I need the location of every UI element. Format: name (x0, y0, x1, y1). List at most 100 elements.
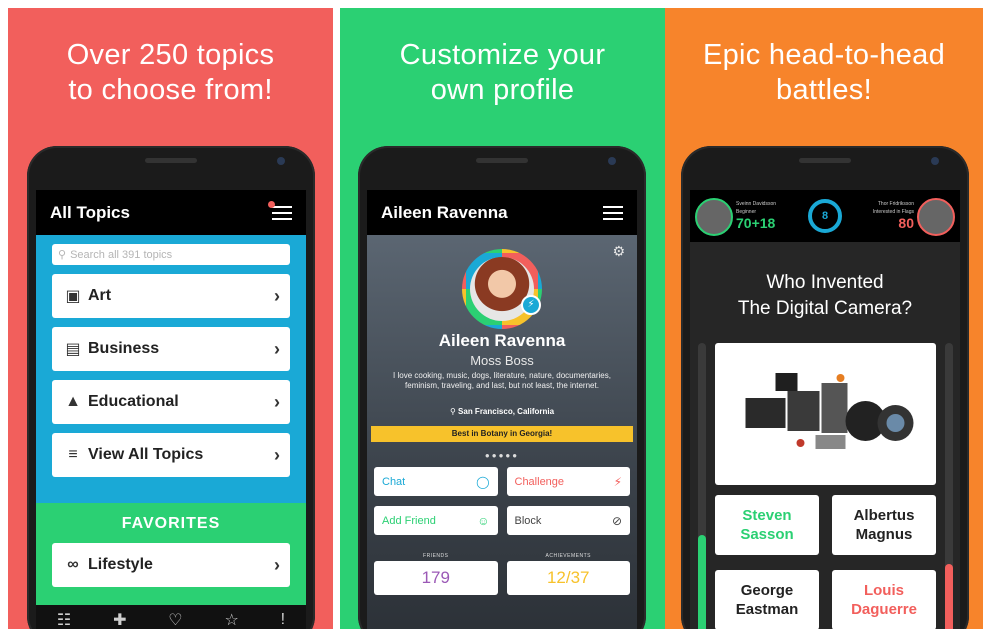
favorites-heading: FAVORITES (121, 515, 221, 532)
heart-icon[interactable]: ♡ (168, 610, 182, 629)
answer-albertus-magnus[interactable]: Albertus Magnus (832, 495, 936, 555)
battle-view: Sveinn Davidsson Beginner 70+18 8 Thor F… (690, 190, 960, 629)
answer-steven-sasson[interactable]: Steven Sasson (715, 495, 819, 555)
lightning-icon: ⚡ (613, 474, 622, 489)
alert-icon[interactable]: ! (281, 611, 285, 629)
search-input[interactable]: ⚲ Search all 391 topics (52, 244, 290, 265)
topic-label: Business (88, 340, 160, 357)
chevron-right-icon: › (274, 338, 280, 359)
headline-line-2: to choose from! (68, 74, 273, 106)
favorite-row-lifestyle[interactable]: ∞ Lifestyle › (52, 543, 290, 587)
headline-line-1: Customize your (399, 39, 606, 71)
profile-name: Aileen Ravenna (438, 331, 566, 350)
question-image (715, 343, 936, 485)
add-friend-button[interactable]: Add Friend ☺ (374, 506, 498, 535)
headline-line-2: battles! (776, 74, 872, 106)
location-pin-icon: ⚲ (449, 407, 459, 416)
chat-icon: ◯ (476, 474, 490, 489)
search-icon: ⚲ (58, 249, 67, 261)
profile-bio: I love cooking, music, dogs, literature,… (393, 371, 611, 390)
player1-name: Sveinn Davidsson (736, 201, 777, 207)
screen-title: Aileen Ravenna (381, 202, 508, 222)
profile-location: ⚲ San Francisco, California (367, 407, 637, 416)
glasses-icon: ∞ (67, 556, 79, 573)
speaker (145, 158, 197, 163)
panel-topics: Over 250 topics to choose from! All Topi… (8, 8, 333, 629)
block-label: Block (514, 514, 542, 527)
profile-view: ⚙ ⚡ Aileen Ravenna Moss Boss I love cook… (367, 235, 637, 629)
chevron-right-icon: › (274, 554, 280, 575)
location-text: San Francisco, California (458, 407, 555, 416)
player1-avatar (695, 198, 733, 236)
player1-score: 70+18 (736, 215, 776, 231)
speaker (476, 158, 528, 163)
answer-george-eastman[interactable]: George Eastman (715, 570, 819, 629)
block-button[interactable]: Block ⊘ (506, 506, 630, 535)
smiley-icon: ☺ (477, 513, 490, 528)
topic-row-art[interactable]: ▣ Art › (52, 274, 290, 318)
question-line-1: Who Invented (766, 272, 884, 293)
question-line-2: The Digital Camera? (737, 298, 913, 319)
achievements-value: 12/37 (506, 561, 630, 595)
friends-value: 179 (374, 561, 498, 595)
topic-row-educational[interactable]: ▲ Educational › (52, 380, 290, 424)
achievement-ribbon: Best in Botany in Georgia! (371, 426, 633, 442)
battle-header: Sveinn Davidsson Beginner 70+18 8 Thor F… (690, 190, 960, 242)
app-header: Aileen Ravenna (367, 190, 637, 235)
menu-icon[interactable] (268, 200, 292, 221)
topic-label: Art (88, 287, 112, 304)
friends-stat[interactable]: FRIENDS 179 (374, 553, 498, 595)
topics-list: ⚲ Search all 391 topics ▣ Art › ▤ Busine… (36, 235, 306, 503)
camera (608, 157, 616, 165)
phone-screen: Aileen Ravenna ⚙ ⚡ Aileen Ravenna Moss B… (367, 190, 637, 629)
achievements-stat[interactable]: ACHIEVEMENTS 12/37 (506, 553, 630, 595)
search-placeholder: Search all 391 topics (70, 248, 173, 261)
chevron-right-icon: › (274, 391, 280, 412)
gear-icon[interactable]: ⚙ (612, 243, 625, 260)
chevron-right-icon: › (274, 444, 280, 465)
chat-label: Chat (382, 475, 406, 488)
app-header: All Topics (36, 190, 306, 235)
chat-button[interactable]: Chat ◯ (374, 467, 498, 496)
topic-row-view-all[interactable]: ≡ View All Topics › (52, 433, 290, 477)
briefcase-icon: ▤ (65, 341, 81, 358)
plus-icon[interactable]: ✚ (113, 610, 126, 629)
player2-progress-bar (945, 343, 953, 629)
topic-row-business[interactable]: ▤ Business › (52, 327, 290, 371)
headline-line-1: Epic head-to-head (702, 39, 946, 71)
player2-score: 80 (898, 215, 914, 231)
camera (931, 157, 939, 165)
player2-name: Thor Fridriksson (877, 201, 914, 207)
player1-progress-bar (698, 343, 706, 629)
player2-avatar (917, 198, 955, 236)
network-icon[interactable]: ☷ (57, 610, 71, 629)
challenge-button[interactable]: Challenge ⚡ (506, 467, 630, 496)
phone-frame: All Topics ⚲ Search all 391 topics ▣ Art… (27, 146, 315, 629)
pagination-dots: ●●●●● (484, 451, 520, 460)
profile-actions: Chat ◯ Challenge ⚡ Add Friend ☺ Block ⊘ (374, 467, 630, 535)
menu-icon[interactable] (603, 205, 623, 221)
block-icon: ⊘ (611, 513, 622, 528)
answer-text: Albertus Magnus (853, 507, 915, 543)
challenge-label: Challenge (514, 475, 565, 488)
question: Who Invented The Digital Camera? (690, 270, 960, 322)
phone-frame: Sveinn Davidsson Beginner 70+18 8 Thor F… (681, 146, 969, 629)
camera-exploded-icon (745, 373, 914, 449)
lightning-badge-icon: ⚡ (521, 295, 541, 315)
speaker (799, 158, 851, 163)
friends-label: FRIENDS (423, 553, 449, 559)
achievements-label: ACHIEVEMENTS (545, 553, 591, 559)
star-icon[interactable]: ☆ (224, 610, 238, 629)
list-icon: ≡ (68, 446, 78, 463)
phone-frame: Aileen Ravenna ⚙ ⚡ Aileen Ravenna Moss B… (358, 146, 646, 629)
answer-text: Louis Daguerre (851, 582, 917, 618)
chevron-right-icon: › (274, 285, 280, 306)
round-timer: 8 (808, 199, 842, 233)
answer-louis-daguerre[interactable]: Louis Daguerre (832, 570, 936, 629)
profile-subtitle: Moss Boss (470, 353, 534, 368)
headline: Epic head-to-head battles! (665, 38, 983, 108)
headline-line-2: own profile (430, 74, 575, 106)
add-friend-label: Add Friend (382, 514, 436, 527)
frame-icon: ▣ (65, 288, 81, 305)
camera (277, 157, 285, 165)
